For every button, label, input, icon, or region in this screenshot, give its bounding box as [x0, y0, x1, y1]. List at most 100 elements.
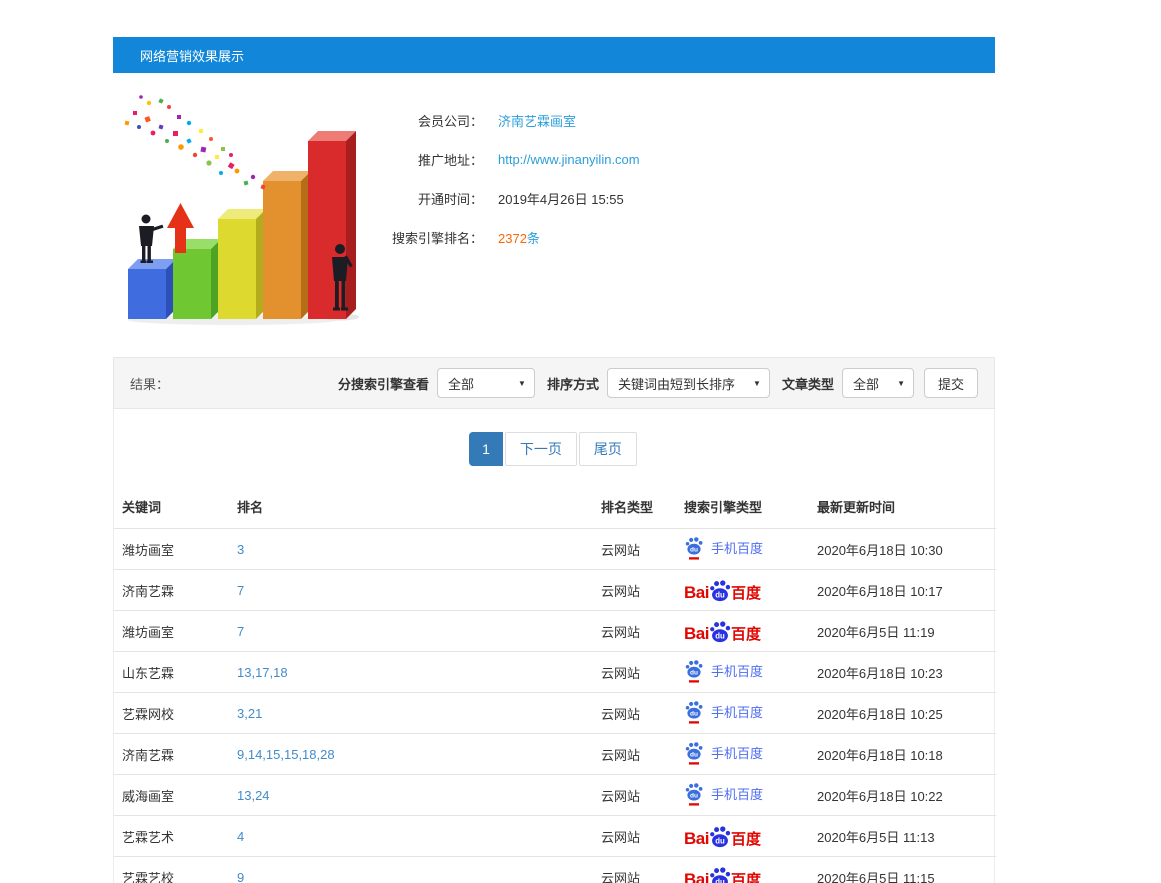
baidu-pc-logo: Baidu百度	[684, 825, 761, 847]
engine-type-cell: Baidu百度	[676, 570, 809, 611]
baidu-cn-text: 百度	[731, 627, 761, 642]
update-time-cell: 2020年6月5日 11:15	[809, 857, 996, 883]
keyword-cell: 山东艺霖	[114, 652, 229, 693]
rank-cell: 4	[229, 816, 593, 857]
rank-link[interactable]: 7	[237, 583, 244, 598]
engine-select-value: 全部	[448, 374, 512, 393]
results-table: 关键词 排名 排名类型 搜索引擎类型 最新更新时间 潍坊画室3云网站du手机百度…	[114, 487, 996, 883]
keyword-cell: 艺霖网校	[114, 693, 229, 734]
update-time-cell: 2020年6月18日 10:25	[809, 693, 996, 734]
baidu-mobile-logo: du手机百度	[684, 741, 763, 765]
baidu-paw-icon: du	[684, 782, 704, 806]
article-type-select[interactable]: 全部 ▼	[842, 368, 914, 398]
baidu-cn-text: 百度	[731, 832, 761, 847]
header-rank-type: 排名类型	[593, 487, 676, 529]
bar-chart-illustration-icon	[113, 89, 363, 327]
svg-text:du: du	[690, 546, 698, 553]
svg-text:du: du	[715, 631, 725, 640]
baidu-mobile-logo: du手机百度	[684, 700, 763, 724]
baidu-paw-icon: du	[684, 659, 704, 683]
svg-text:du: du	[690, 792, 698, 799]
table-row: 潍坊画室3云网站du手机百度2020年6月18日 10:30	[114, 529, 996, 570]
rank-type-cell: 云网站	[593, 693, 676, 734]
baidu-bai-text: Bai	[684, 871, 709, 883]
info-row-url: 推广地址： http://www.jinanyilin.com	[375, 140, 640, 179]
keyword-cell: 潍坊画室	[114, 529, 229, 570]
rank-type-cell: 云网站	[593, 611, 676, 652]
chevron-down-icon: ▼	[753, 379, 761, 388]
mobile-baidu-label: 手机百度	[711, 661, 763, 680]
rank-type-cell: 云网站	[593, 816, 676, 857]
sort-select-value: 关键词由短到长排序	[618, 374, 747, 393]
update-time-cell: 2020年6月18日 10:18	[809, 734, 996, 775]
svg-text:du: du	[690, 751, 698, 758]
rank-link[interactable]: 9,14,15,15,18,28	[237, 747, 335, 762]
sort-select[interactable]: 关键词由短到长排序 ▼	[607, 368, 770, 398]
results-table-body: 潍坊画室3云网站du手机百度2020年6月18日 10:30济南艺霖7云网站Ba…	[114, 529, 996, 883]
promo-url-link[interactable]: http://www.jinanyilin.com	[498, 152, 640, 167]
page-title: 网络营销效果展示	[140, 46, 244, 65]
engine-type-cell: du手机百度	[676, 775, 809, 816]
update-time-cell: 2020年6月18日 10:23	[809, 652, 996, 693]
baidu-bai-text: Bai	[684, 625, 709, 642]
confetti-icon	[125, 95, 266, 189]
rank-type-cell: 云网站	[593, 775, 676, 816]
info-row-open-time: 开通时间： 2019年4月26日 15:55	[375, 179, 640, 218]
info-section: 会员公司： 济南艺霖画室 推广地址： http://www.jinanyilin…	[113, 73, 995, 339]
info-row-company: 会员公司： 济南艺霖画室	[375, 101, 640, 140]
promo-url-label: 推广地址：	[375, 150, 483, 169]
svg-text:du: du	[690, 710, 698, 717]
rank-link[interactable]: 3	[237, 542, 244, 557]
table-row: 潍坊画室 7 云网站 Baidu 百度 2020年6月5日 11:19	[114, 611, 996, 652]
company-link[interactable]: 济南艺霖画室	[498, 111, 576, 130]
rank-link[interactable]: 13,24	[237, 788, 270, 803]
rank-cell: 3	[229, 529, 593, 570]
open-time-value: 2019年4月26日 15:55	[498, 189, 624, 208]
rank-link[interactable]: 3,21	[237, 706, 262, 721]
keyword-cell: 威海画室	[114, 775, 229, 816]
rank-count-unit: 条	[527, 231, 540, 246]
info-row-rank-count: 搜索引擎排名： 2372条	[375, 218, 640, 257]
company-label: 会员公司：	[375, 111, 483, 130]
submit-button[interactable]: 提交	[924, 368, 978, 398]
last-page-button[interactable]: 尾页	[579, 432, 637, 466]
engine-type-cell: du手机百度	[676, 734, 809, 775]
engine-type-cell: du 手机百度	[676, 652, 809, 693]
header-engine-type: 搜索引擎类型	[676, 487, 809, 529]
rank-link[interactable]: 9	[237, 870, 244, 883]
baidu-paw-icon: du	[708, 866, 732, 883]
baidu-paw-icon: du	[708, 620, 732, 644]
info-list: 会员公司： 济南艺霖画室 推广地址： http://www.jinanyilin…	[375, 89, 640, 339]
table-row: 艺霖艺校9云网站Baidu百度2020年6月5日 11:15	[114, 857, 996, 883]
page-1-button[interactable]: 1	[469, 432, 503, 466]
update-time-cell: 2020年6月5日 11:13	[809, 816, 996, 857]
rank-link[interactable]: 4	[237, 829, 244, 844]
article-type-label: 文章类型	[782, 374, 834, 393]
baidu-mobile-logo: du 手机百度	[684, 659, 763, 683]
keyword-cell: 潍坊画室	[114, 611, 229, 652]
baidu-paw-icon: du	[684, 536, 704, 560]
rank-cell: 7	[229, 570, 593, 611]
chevron-down-icon: ▼	[518, 379, 526, 388]
rank-cell: 9,14,15,15,18,28	[229, 734, 593, 775]
rank-cell: 7	[229, 611, 593, 652]
rank-cell: 13,17,18	[229, 652, 593, 693]
svg-text:du: du	[715, 836, 725, 845]
header-rank: 排名	[229, 487, 593, 529]
table-row: 济南艺霖9,14,15,15,18,28云网站du手机百度2020年6月18日 …	[114, 734, 996, 775]
update-time-cell: 2020年6月5日 11:19	[809, 611, 996, 652]
svg-text:du: du	[690, 669, 698, 676]
header-update-time: 最新更新时间	[809, 487, 996, 529]
baidu-paw-icon: du	[684, 741, 704, 765]
engine-select[interactable]: 全部 ▼	[437, 368, 535, 398]
keyword-cell: 济南艺霖	[114, 734, 229, 775]
engine-type-cell: Baidu百度	[676, 816, 809, 857]
engine-type-cell: du手机百度	[676, 693, 809, 734]
article-type-select-value: 全部	[853, 374, 891, 393]
rank-link[interactable]: 7	[237, 624, 244, 639]
rank-type-cell: 云网站	[593, 652, 676, 693]
update-time-cell: 2020年6月18日 10:22	[809, 775, 996, 816]
rank-count-label: 搜索引擎排名：	[375, 228, 483, 247]
next-page-button[interactable]: 下一页	[505, 432, 577, 466]
rank-link[interactable]: 13,17,18	[237, 665, 288, 680]
